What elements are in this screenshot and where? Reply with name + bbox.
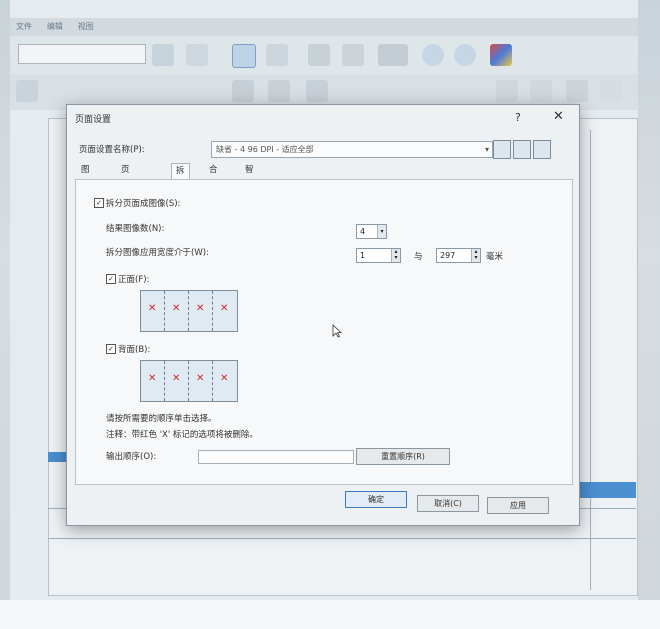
- remove-mark-icon: ✕: [148, 373, 157, 384]
- pointer-icon[interactable]: [232, 44, 256, 68]
- delete-note: 注释：带红色 'X' 标记的选项将被删除。: [106, 430, 258, 440]
- page-setup-dialog: 页面设置 ? ✕ 页面设置名称(P): 缺省 - 4 96 DPI - 适应全部…: [66, 104, 580, 526]
- undo-icon[interactable]: [268, 80, 290, 102]
- output-order-input[interactable]: [198, 450, 354, 464]
- result-count-value: 4: [360, 227, 366, 236]
- search-icon[interactable]: [306, 80, 328, 102]
- thumbnail-view-icon[interactable]: [378, 44, 408, 66]
- back-section-4[interactable]: ✕: [213, 361, 236, 401]
- document-tool-icon[interactable]: [530, 80, 552, 102]
- tab-smart-qc[interactable]: 智能 QC: [241, 163, 262, 205]
- output-order-label: 输出顺序(O):: [106, 452, 157, 462]
- zoom-region-icon[interactable]: [308, 44, 330, 66]
- front-page-layout[interactable]: ✕ ✕ ✕ ✕: [140, 290, 238, 332]
- back-checkbox[interactable]: ✓: [106, 344, 116, 354]
- grid-line: [590, 130, 591, 590]
- remove-mark-icon: ✕: [148, 303, 157, 314]
- spin-arrows-icon[interactable]: ▴ ▾: [391, 249, 400, 262]
- tab-split[interactable]: 拆分: [171, 163, 190, 191]
- brush-icon[interactable]: [566, 80, 588, 102]
- save-profile-icon[interactable]: [493, 140, 511, 159]
- delete-profile-icon[interactable]: [533, 140, 551, 159]
- and-label: 与: [414, 252, 423, 262]
- delete-icon[interactable]: [232, 80, 254, 102]
- front-section-4[interactable]: ✕: [213, 291, 236, 331]
- order-note: 请按所需要的顺序单击选择。: [106, 414, 217, 424]
- background-selection-bar: [48, 452, 68, 462]
- unit-label: 毫米: [486, 252, 504, 262]
- menu-view[interactable]: 视图: [78, 21, 94, 32]
- remove-mark-icon: ✕: [220, 373, 229, 384]
- profile-label: 页面设置名称(P):: [79, 145, 145, 155]
- tab-image[interactable]: 图像: [77, 163, 94, 190]
- dialog-title: 页面设置: [75, 115, 112, 125]
- back-section-2[interactable]: ✕: [165, 361, 189, 401]
- export-icon[interactable]: [600, 80, 622, 102]
- front-section-1[interactable]: ✕: [141, 291, 165, 331]
- back-page-layout[interactable]: ✕ ✕ ✕ ✕: [140, 360, 238, 402]
- result-count-label: 结果图像数(N):: [106, 224, 165, 234]
- max-width-input[interactable]: 297 ▴ ▾: [436, 248, 481, 263]
- front-section-3[interactable]: ✕: [189, 291, 213, 331]
- remove-mark-icon: ✕: [172, 373, 181, 384]
- close-button[interactable]: ✕: [553, 109, 564, 124]
- menu-edit[interactable]: 编辑: [47, 21, 63, 32]
- remove-mark-icon: ✕: [196, 373, 205, 384]
- split-pages-label: 拆分页面成图像(S):: [106, 199, 181, 209]
- page-icon[interactable]: [186, 44, 208, 66]
- tab-page-image[interactable]: 页面图像: [117, 163, 134, 220]
- back-section-1[interactable]: ✕: [141, 361, 165, 401]
- back-label: 背面(B):: [118, 345, 151, 355]
- apply-button[interactable]: 应用: [487, 497, 549, 514]
- back-section-3[interactable]: ✕: [189, 361, 213, 401]
- min-width-input[interactable]: 1 ▴ ▾: [356, 248, 401, 263]
- zoom-in-icon[interactable]: [422, 44, 444, 66]
- remove-mark-icon: ✕: [172, 303, 181, 314]
- remove-mark-icon: ✕: [196, 303, 205, 314]
- width-condition-label: 拆分图像应用宽度介于(W):: [106, 248, 209, 258]
- min-width-value: 1: [360, 251, 366, 260]
- checkbox-tool-icon[interactable]: [496, 80, 518, 102]
- split-panel: ✓ 拆分页面成图像(S): 结果图像数(N): 4 ▾ 拆分图像应用宽度介于(W…: [75, 179, 573, 485]
- reset-order-button[interactable]: 重置顺序(R): [356, 448, 450, 465]
- hand-icon[interactable]: [342, 44, 364, 66]
- photo-bottom-margin: [0, 600, 660, 629]
- remove-mark-icon: ✕: [220, 303, 229, 314]
- mouse-cursor-icon: [332, 324, 342, 338]
- cancel-button[interactable]: 取消(C): [417, 495, 479, 512]
- split-pages-checkbox[interactable]: ✓: [94, 198, 104, 208]
- profile-value: 缺省 - 4 96 DPI - 适应全部: [216, 145, 314, 154]
- help-button[interactable]: ?: [515, 111, 521, 124]
- front-section-2[interactable]: ✕: [165, 291, 189, 331]
- max-width-value: 297: [440, 251, 456, 260]
- color-grid-icon[interactable]: [490, 44, 512, 66]
- rename-profile-icon[interactable]: [513, 140, 531, 159]
- grid-line: [48, 538, 636, 539]
- tab-merge[interactable]: 合并: [205, 163, 222, 190]
- chevron-down-icon: ▾: [484, 145, 489, 154]
- front-checkbox[interactable]: ✓: [106, 274, 116, 284]
- background-zoom-combo[interactable]: [18, 44, 146, 64]
- scan-icon[interactable]: [152, 44, 174, 66]
- profile-select[interactable]: 缺省 - 4 96 DPI - 适应全部 ▾: [211, 141, 493, 158]
- result-count-select[interactable]: 4 ▾: [356, 224, 387, 239]
- rotate-icon[interactable]: [16, 80, 38, 102]
- spin-arrows-icon[interactable]: ▴ ▾: [471, 249, 480, 262]
- document-icon[interactable]: [266, 44, 288, 66]
- background-menubar: 文件 编辑 视图: [10, 18, 638, 36]
- chevron-down-icon: ▾: [377, 225, 386, 238]
- zoom-out-icon[interactable]: [454, 44, 476, 66]
- ok-button[interactable]: 确定: [345, 491, 407, 508]
- front-label: 正面(F):: [118, 275, 150, 285]
- menu-file[interactable]: 文件: [16, 21, 32, 32]
